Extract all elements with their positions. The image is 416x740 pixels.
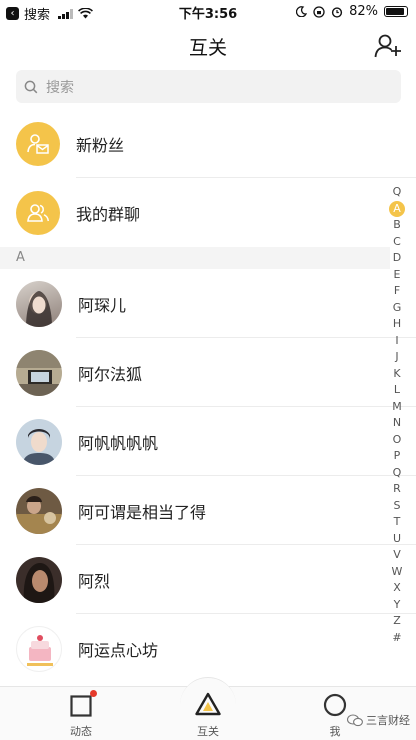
contact-item[interactable]: 阿烈	[0, 545, 416, 614]
index-letter[interactable]: Q	[388, 184, 406, 201]
add-friend-icon[interactable]	[374, 33, 402, 59]
avatar	[16, 487, 62, 534]
index-letter[interactable]: T	[388, 514, 406, 531]
watermark: 三言财经	[347, 712, 410, 728]
contact-name: 阿尔法狐	[78, 364, 143, 384]
triangle-icon	[195, 692, 221, 716]
index-letter[interactable]: E	[388, 267, 406, 284]
tab-label: 互关	[197, 725, 219, 738]
tab-dynamics[interactable]: 动态	[21, 687, 141, 740]
index-letter[interactable]: B	[388, 217, 406, 234]
contact-name: 阿琛儿	[78, 295, 127, 315]
contact-item[interactable]: 阿琛儿	[0, 269, 416, 338]
index-letter[interactable]: N	[388, 415, 406, 432]
index-letter[interactable]: U	[388, 531, 406, 548]
index-letter[interactable]: Q	[388, 465, 406, 482]
index-letter[interactable]: #	[388, 630, 406, 647]
index-letter[interactable]: S	[388, 498, 406, 515]
status-bar: ‹ 搜索 下午3:56 82%	[0, 0, 416, 24]
notification-dot	[90, 690, 97, 697]
index-letter[interactable]: L	[388, 382, 406, 399]
search-input[interactable]: 搜索	[16, 70, 401, 103]
contact-name: 阿可谓是相当了得	[78, 502, 207, 522]
index-letter[interactable]: X	[388, 580, 406, 597]
group-chat-item[interactable]: 我的群聊	[0, 178, 416, 247]
search-icon	[24, 80, 38, 93]
wechat-icon	[347, 713, 363, 726]
circle-icon	[323, 693, 347, 717]
index-letter[interactable]: H	[388, 316, 406, 333]
index-letter[interactable]: M	[388, 399, 406, 416]
navigation-bar: 互关	[0, 24, 416, 68]
contact-item[interactable]: 阿可谓是相当了得	[0, 476, 416, 545]
index-letter[interactable]: C	[388, 234, 406, 251]
index-letter[interactable]: D	[388, 250, 406, 267]
index-letter[interactable]: K	[388, 366, 406, 383]
contact-item[interactable]: 阿帆帆帆帆	[0, 407, 416, 476]
battery-percent: 82%	[349, 4, 378, 19]
battery-icon	[384, 6, 408, 17]
alarm-icon	[331, 6, 343, 18]
group-chat-icon	[16, 190, 60, 235]
avatar	[16, 349, 62, 396]
contact-item[interactable]: 阿尔法狐	[0, 338, 416, 407]
index-letter[interactable]: V	[388, 547, 406, 564]
group-chat-label: 我的群聊	[76, 204, 141, 224]
moon-icon	[296, 6, 308, 17]
index-letter[interactable]: I	[388, 333, 406, 350]
orientation-lock-icon	[313, 5, 325, 18]
index-letter[interactable]: R	[388, 481, 406, 498]
contact-name: 阿烈	[78, 571, 111, 591]
avatar	[16, 280, 62, 327]
index-letter[interactable]: Y	[388, 597, 406, 614]
status-right: 82%	[296, 4, 408, 19]
square-icon	[70, 695, 92, 717]
watermark-text: 三言财经	[366, 714, 410, 727]
contact-name: 阿帆帆帆帆	[78, 433, 159, 453]
contact-item[interactable]: 阿运点心坊	[0, 614, 416, 683]
index-letter[interactable]: O	[388, 432, 406, 449]
index-letter[interactable]: G	[388, 300, 406, 317]
page-title: 互关	[188, 37, 227, 59]
index-letter[interactable]: Z	[388, 613, 406, 630]
page: ‹ 搜索 下午3:56 82% 互关 搜索 新粉丝 我的群聊 A 阿琛儿 阿尔法…	[0, 0, 416, 740]
contact-name: 阿运点心坊	[78, 640, 159, 660]
index-letter[interactable]: F	[388, 283, 406, 300]
avatar	[16, 625, 62, 672]
new-fans-item[interactable]: 新粉丝	[0, 110, 416, 178]
alphabet-index[interactable]: Q A B C D E F G H I J K L M N O P Q R S T U V W X Y Z #	[388, 184, 406, 646]
new-fans-icon	[16, 122, 60, 166]
index-letter[interactable]: J	[388, 349, 406, 366]
new-fans-label: 新粉丝	[76, 136, 125, 155]
tab-mutual[interactable]: 互关	[148, 687, 268, 740]
search-placeholder: 搜索	[46, 79, 74, 96]
section-header-a: A	[0, 247, 390, 269]
index-letter[interactable]: A	[389, 200, 405, 217]
index-letter[interactable]: P	[388, 448, 406, 465]
index-letter[interactable]: W	[388, 564, 406, 581]
avatar	[16, 418, 62, 465]
tab-label: 动态	[70, 725, 92, 738]
avatar	[16, 556, 62, 603]
